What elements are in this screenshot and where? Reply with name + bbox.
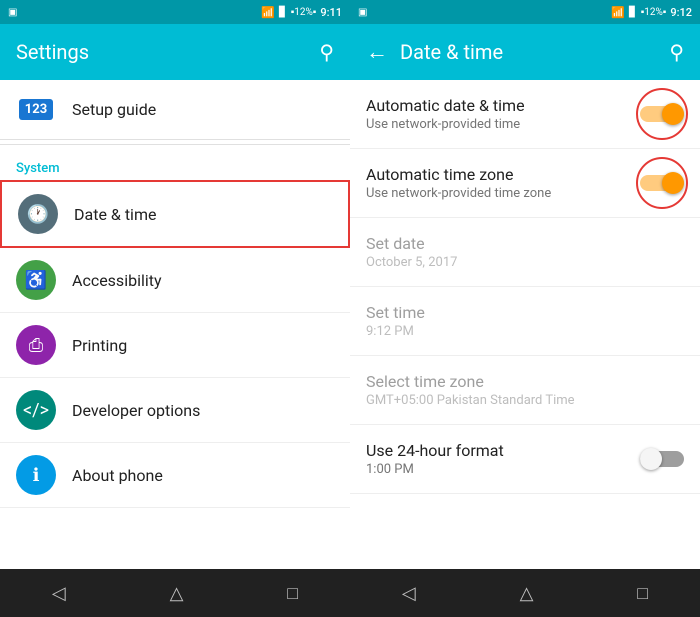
accessibility-text: Accessibility — [72, 271, 162, 290]
accessibility-label: Accessibility — [72, 271, 162, 290]
battery-indicator-left: ▪12%▪ — [291, 7, 317, 18]
auto-timezone-sublabel: Use network-provided time zone — [366, 186, 551, 201]
right-notification-icon: ▣ — [358, 7, 367, 18]
right-wifi-icon: 📶 — [611, 6, 625, 19]
notification-icon: ▣ — [8, 7, 17, 18]
left-top-bar: Settings ⚲ — [0, 24, 350, 80]
auto-date-toggle-wrapper[interactable] — [640, 101, 684, 127]
setup-guide-icon: 123 — [16, 95, 56, 125]
set-date-sublabel: October 5, 2017 — [366, 255, 457, 270]
auto-date-thumb — [662, 103, 684, 125]
auto-date-item[interactable]: Automatic date & time Use network-provid… — [350, 80, 700, 149]
developer-label: Developer options — [72, 401, 200, 420]
about-item[interactable]: ℹ About phone — [0, 443, 350, 508]
setup-guide-text: Setup guide — [72, 100, 156, 119]
date-time-text: Date & time — [74, 205, 156, 224]
about-icon: ℹ — [16, 455, 56, 495]
right-battery-indicator: ▪12%▪ — [641, 7, 667, 18]
left-recent-nav[interactable]: □ — [263, 575, 322, 612]
right-nav-bar: ◁ △ □ — [350, 569, 700, 617]
set-date-label: Set date — [366, 234, 457, 253]
right-time: 9:12 — [670, 6, 692, 19]
set-time-item: Set time 9:12 PM — [350, 287, 700, 356]
printing-label: Printing — [72, 336, 127, 355]
wifi-icon: 📶 — [261, 6, 275, 19]
auto-timezone-info: Automatic time zone Use network-provided… — [366, 165, 551, 201]
right-signal-icon: ▊ — [629, 7, 637, 18]
left-phone-panel: ▣ 📶 ▊ ▪12%▪ 9:11 Settings ⚲ 123 Setup gu… — [0, 0, 350, 617]
auto-date-sublabel: Use network-provided time — [366, 117, 525, 132]
printing-item[interactable]: ⎙ Printing — [0, 313, 350, 378]
24hour-item[interactable]: Use 24-hour format 1:00 PM — [350, 425, 700, 494]
accessibility-icon: ♿ — [16, 260, 56, 300]
setup-icon-box: 123 — [19, 99, 53, 120]
auto-timezone-toggle-wrapper[interactable] — [640, 170, 684, 196]
accessibility-symbol: ♿ — [25, 270, 47, 291]
developer-icon: </> — [16, 390, 56, 430]
about-symbol: ℹ — [33, 465, 40, 486]
24hour-sublabel: 1:00 PM — [366, 462, 504, 477]
auto-timezone-label: Automatic time zone — [366, 165, 551, 184]
divider-1 — [0, 144, 350, 145]
auto-timezone-thumb — [662, 172, 684, 194]
printing-icon: ⎙ — [16, 325, 56, 365]
24hour-info: Use 24-hour format 1:00 PM — [366, 441, 504, 477]
auto-date-label: Automatic date & time — [366, 96, 525, 115]
24hour-toggle[interactable] — [640, 446, 684, 472]
right-top-bar: ← Date & time ⚲ — [350, 24, 700, 80]
left-back-nav[interactable]: ◁ — [28, 575, 90, 612]
developer-text: Developer options — [72, 401, 200, 420]
set-date-info: Set date October 5, 2017 — [366, 234, 457, 270]
right-search-icon[interactable]: ⚲ — [669, 40, 684, 64]
printing-text: Printing — [72, 336, 127, 355]
right-status-icons: ▣ — [358, 7, 607, 18]
left-app-title: Settings — [16, 40, 307, 64]
right-recent-nav[interactable]: □ — [613, 575, 672, 612]
left-search-icon[interactable]: ⚲ — [319, 40, 334, 64]
print-symbol: ⎙ — [29, 335, 43, 356]
24hour-thumb — [640, 448, 662, 470]
date-time-label: Date & time — [74, 205, 156, 224]
left-status-bar: ▣ 📶 ▊ ▪12%▪ 9:11 — [0, 0, 350, 24]
developer-item[interactable]: </> Developer options — [0, 378, 350, 443]
setup-guide-label: Setup guide — [72, 100, 156, 119]
auto-timezone-item[interactable]: Automatic time zone Use network-provided… — [350, 149, 700, 218]
clock-symbol: 🕐 — [27, 204, 49, 225]
auto-timezone-toggle[interactable] — [640, 170, 684, 196]
left-home-nav[interactable]: △ — [146, 575, 208, 612]
right-status-bar: ▣ 📶 ▊ ▪12%▪ 9:12 — [350, 0, 700, 24]
system-section-header: System — [0, 149, 350, 180]
left-nav-bar: ◁ △ □ — [0, 569, 350, 617]
select-timezone-sublabel: GMT+05:00 Pakistan Standard Time — [366, 393, 575, 408]
left-time: 9:11 — [320, 6, 342, 19]
right-phone-panel: ▣ 📶 ▊ ▪12%▪ 9:12 ← Date & time ⚲ Automat… — [350, 0, 700, 617]
about-text: About phone — [72, 466, 163, 485]
accessibility-item[interactable]: ♿ Accessibility — [0, 248, 350, 313]
left-status-icons: ▣ — [8, 7, 257, 18]
signal-icon: ▊ — [279, 7, 287, 18]
24hour-label: Use 24-hour format — [366, 441, 504, 460]
set-time-info: Set time 9:12 PM — [366, 303, 425, 339]
clock-icon: 🕐 — [18, 194, 58, 234]
select-timezone-item: Select time zone GMT+05:00 Pakistan Stan… — [350, 356, 700, 425]
auto-date-info: Automatic date & time Use network-provid… — [366, 96, 525, 132]
select-timezone-label: Select time zone — [366, 372, 575, 391]
left-content: 123 Setup guide System 🕐 Date & time ♿ A… — [0, 80, 350, 569]
auto-date-toggle[interactable] — [640, 101, 684, 127]
right-home-nav[interactable]: △ — [496, 575, 558, 612]
set-date-item: Set date October 5, 2017 — [350, 218, 700, 287]
date-time-item[interactable]: 🕐 Date & time — [0, 180, 350, 248]
right-app-title: Date & time — [400, 40, 657, 64]
dt-content: Automatic date & time Use network-provid… — [350, 80, 700, 569]
about-label: About phone — [72, 466, 163, 485]
set-time-sublabel: 9:12 PM — [366, 324, 425, 339]
setup-guide-item[interactable]: 123 Setup guide — [0, 80, 350, 140]
select-timezone-info: Select time zone GMT+05:00 Pakistan Stan… — [366, 372, 575, 408]
right-back-nav[interactable]: ◁ — [378, 575, 440, 612]
dev-symbol: </> — [23, 400, 49, 421]
right-back-button[interactable]: ← — [366, 39, 388, 65]
set-time-label: Set time — [366, 303, 425, 322]
